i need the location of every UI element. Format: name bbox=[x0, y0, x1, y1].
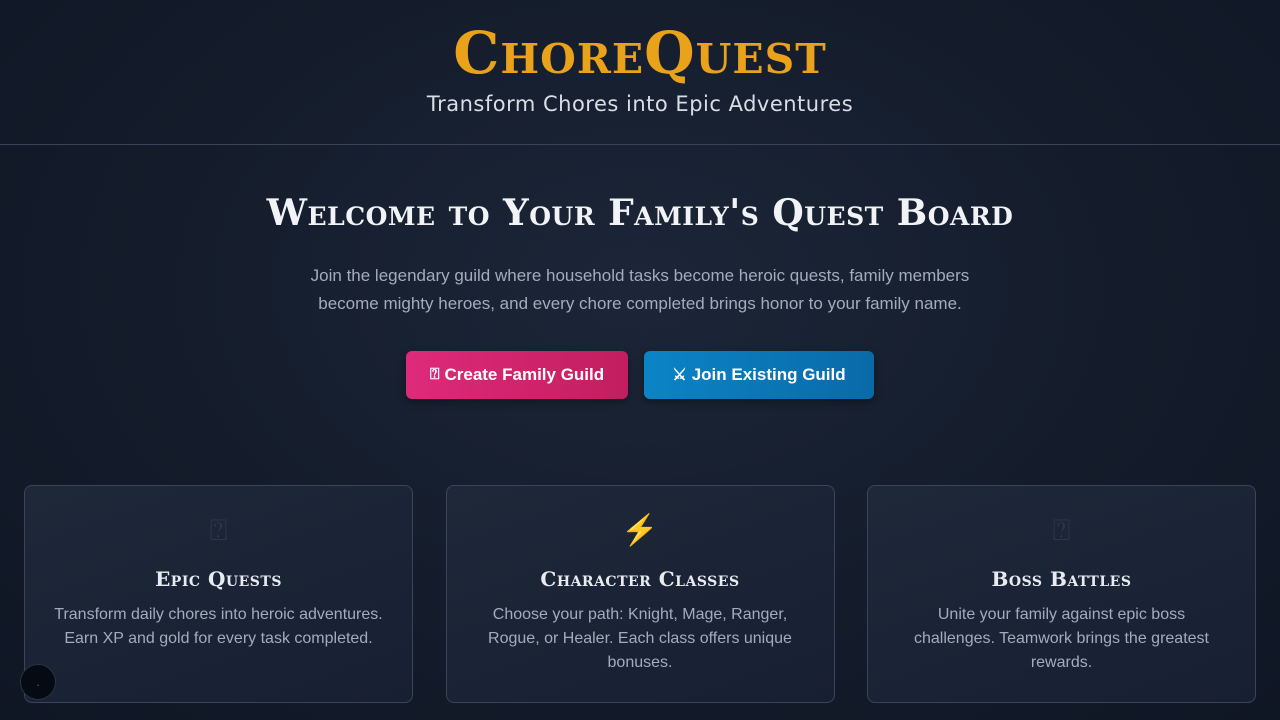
hero-section: Welcome to Your Family's Quest Board Joi… bbox=[0, 191, 1280, 399]
feature-title: Boss Battles bbox=[991, 567, 1132, 591]
feature-card-epic-quests: ⍰ Epic Quests Transform daily chores int… bbox=[24, 485, 413, 703]
boss-icon: ⍰ bbox=[1052, 514, 1071, 547]
create-family-guild-button[interactable]: ⍰ Create Family Guild bbox=[406, 351, 628, 399]
app-tagline: Transform Chores into Epic Adventures bbox=[426, 92, 854, 116]
feature-card-character-classes: ⚡ Character Classes Choose your path: Kn… bbox=[445, 485, 835, 703]
feature-card-boss-battles: ⍰ Boss Battles Unite your family against… bbox=[867, 485, 1256, 703]
hero-actions: ⍰ Create Family Guild ⚔ Join Existing Gu… bbox=[0, 351, 1280, 399]
join-existing-guild-label: Join Existing Guild bbox=[691, 365, 846, 384]
page-title: Welcome to Your Family's Quest Board bbox=[266, 192, 1014, 234]
feature-title: Epic Quests bbox=[155, 567, 282, 591]
feature-description: Unite your family against epic boss chal… bbox=[914, 606, 1209, 671]
scroll-icon: ⍰ bbox=[429, 366, 440, 383]
join-existing-guild-button[interactable]: ⚔ Join Existing Guild bbox=[644, 351, 874, 399]
lightning-icon: ⚡ bbox=[621, 514, 659, 547]
chat-icon: . bbox=[36, 675, 40, 689]
feature-description: Transform daily chores into heroic adven… bbox=[54, 606, 383, 647]
quest-icon: ⍰ bbox=[209, 514, 228, 547]
feature-description: Choose your path: Knight, Mage, Ranger, … bbox=[488, 606, 792, 671]
chat-widget-button[interactable]: . bbox=[20, 664, 56, 700]
site-header: ChoreQuest Transform Chores into Epic Ad… bbox=[0, 0, 1280, 145]
feature-title: Character Classes bbox=[540, 567, 740, 591]
app-logo[interactable]: ChoreQuest bbox=[0, 18, 1280, 88]
features-section: ⍰ Epic Quests Transform daily chores int… bbox=[24, 485, 1256, 703]
intro-text: Join the legendary guild where household… bbox=[310, 266, 970, 313]
swords-icon: ⚔ bbox=[672, 367, 687, 384]
create-family-guild-label: Create Family Guild bbox=[444, 365, 605, 384]
